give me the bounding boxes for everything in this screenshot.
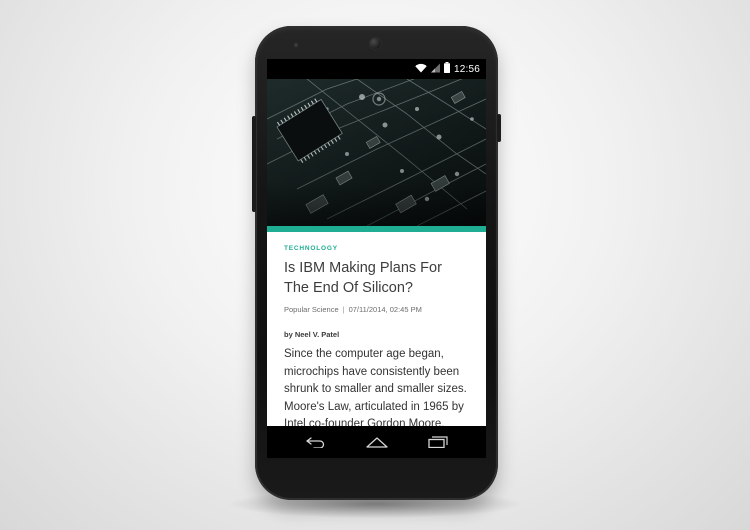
circuit-board-photo xyxy=(267,79,486,226)
phone-device: 12:56 TECHNOLOGY Is IBM Making Plans For… xyxy=(252,26,501,500)
wifi-icon xyxy=(415,63,427,76)
battery-icon xyxy=(443,62,450,76)
status-bar: 12:56 xyxy=(267,59,486,79)
power-button xyxy=(497,114,501,142)
front-camera xyxy=(369,37,382,50)
article-card[interactable]: TECHNOLOGY Is IBM Making Plans For The E… xyxy=(267,232,486,426)
meta-separator: | xyxy=(342,305,345,314)
navigation-bar xyxy=(267,426,486,458)
recents-icon xyxy=(427,433,449,452)
article-meta: Popular Science | 07/11/2014, 02:45 PM xyxy=(284,305,470,314)
phone-screen: 12:56 TECHNOLOGY Is IBM Making Plans For… xyxy=(267,59,486,458)
volume-button xyxy=(252,116,256,212)
home-button[interactable] xyxy=(362,430,392,454)
article-body: Since the computer age began, microchips… xyxy=(284,348,467,426)
status-time: 12:56 xyxy=(453,63,480,75)
article-datetime: 07/11/2014, 02:45 PM xyxy=(348,305,422,314)
back-icon xyxy=(305,433,327,452)
article-byline: by Neel V. Patel xyxy=(284,330,340,339)
article-hero-image[interactable] xyxy=(267,79,486,226)
proximity-sensor xyxy=(294,43,298,47)
article-category[interactable]: TECHNOLOGY xyxy=(284,245,470,252)
article-headline[interactable]: Is IBM Making Plans For The End Of Silic… xyxy=(284,258,470,298)
cell-signal-icon xyxy=(430,63,440,76)
article-source[interactable]: Popular Science xyxy=(284,305,339,314)
home-icon xyxy=(365,433,389,452)
recents-button[interactable] xyxy=(423,430,453,454)
back-button[interactable] xyxy=(301,430,331,454)
